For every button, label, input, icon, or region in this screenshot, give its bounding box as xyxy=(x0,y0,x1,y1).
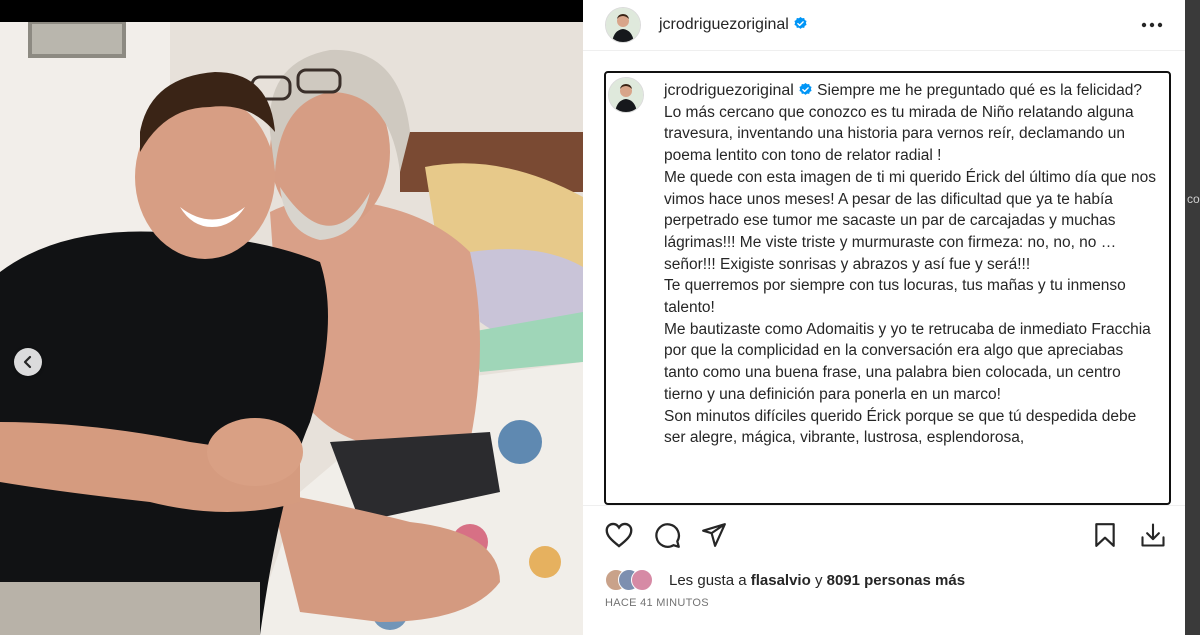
avatar-image xyxy=(606,8,640,42)
likes-count[interactable]: 8091 personas más xyxy=(827,572,965,589)
liker-username[interactable]: flasalvio xyxy=(751,572,811,589)
avatar-image xyxy=(609,78,643,112)
likes-connector: y xyxy=(814,571,823,589)
send-icon xyxy=(702,523,726,547)
verified-badge-icon xyxy=(799,82,812,95)
post-timestamp[interactable]: HACE 41 MINUTOS xyxy=(605,597,709,609)
overlay-top-strip xyxy=(0,0,583,22)
more-options-icon xyxy=(1141,22,1163,28)
caption-username[interactable]: jcrodriguezoriginal xyxy=(664,82,813,99)
chevron-left-icon xyxy=(23,355,32,369)
liker-avatars[interactable] xyxy=(605,569,663,591)
page-edge-text: co xyxy=(1187,192,1200,206)
verified-badge-icon xyxy=(794,16,807,29)
bookmark-icon xyxy=(1095,523,1115,547)
post-photo xyxy=(0,22,583,635)
comment-button[interactable] xyxy=(652,520,682,550)
likes-summary: Les gusta a flasalvio y 8091 personas má… xyxy=(605,568,965,592)
like-button[interactable] xyxy=(604,520,634,550)
download-icon xyxy=(1141,523,1165,547)
caption-author-avatar[interactable] xyxy=(608,77,644,113)
caption-body: Siempre me he preguntado qué es la felic… xyxy=(664,82,1156,447)
likes-prefix: Les gusta a xyxy=(669,571,747,589)
overlay-right-strip xyxy=(1185,0,1200,635)
photo-illustration xyxy=(0,22,583,635)
post-sidebar: jcrodriguezoriginal jcrodriguezoriginal … xyxy=(583,0,1185,635)
caption-container[interactable]: jcrodriguezoriginal Siempre me he pregun… xyxy=(604,71,1171,505)
carousel-prev-button[interactable] xyxy=(14,348,42,376)
post-header: jcrodriguezoriginal xyxy=(583,0,1185,51)
comment-icon xyxy=(654,522,680,548)
share-button[interactable] xyxy=(699,520,729,550)
heart-icon xyxy=(605,522,633,548)
more-options-button[interactable] xyxy=(1139,12,1165,38)
post-actions xyxy=(583,505,1185,562)
liker-avatar xyxy=(631,569,653,591)
header-username[interactable]: jcrodriguezoriginal xyxy=(659,16,808,34)
author-avatar[interactable] xyxy=(605,7,641,43)
download-button[interactable] xyxy=(1138,520,1168,550)
save-button[interactable] xyxy=(1090,520,1120,550)
caption-text: jcrodriguezoriginal Siempre me he pregun… xyxy=(664,80,1156,449)
